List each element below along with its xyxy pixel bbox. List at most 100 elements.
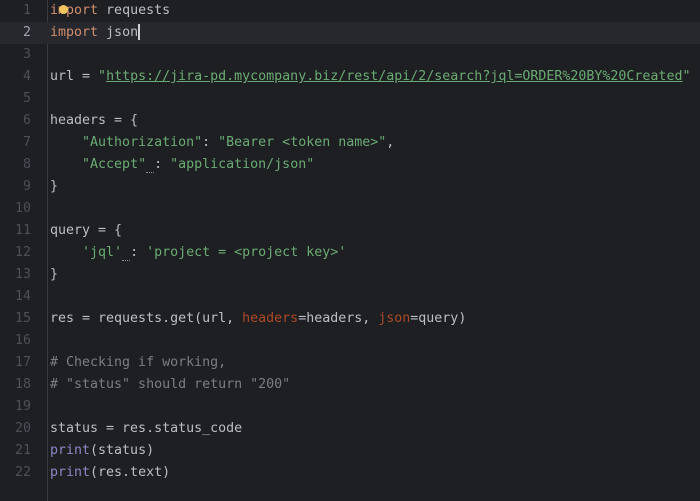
line-number: 16 xyxy=(14,333,31,348)
code-token: status = res.status_code xyxy=(50,421,243,436)
code-token: requests xyxy=(98,3,171,18)
code-token: query = { xyxy=(50,223,123,238)
code-line[interactable]: 19 xyxy=(0,396,700,418)
code-line[interactable]: 10 xyxy=(0,198,700,220)
code-token: } xyxy=(50,179,59,194)
code-token: json xyxy=(98,25,139,40)
code-token: (status) xyxy=(90,443,155,458)
line-number: 8 xyxy=(22,157,31,172)
code-line[interactable]: 1 import requests xyxy=(0,0,700,22)
code-token: =headers, xyxy=(298,311,379,326)
code-line[interactable]: 3 xyxy=(0,44,700,66)
code-token: res = requests.get(url, xyxy=(50,311,243,326)
code-token: } xyxy=(50,267,59,282)
line-number: 13 xyxy=(14,267,31,282)
code-token: "Accept" xyxy=(82,157,147,172)
line-number: 7 xyxy=(22,135,31,150)
code-token: "application/json" xyxy=(170,157,315,172)
text-caret xyxy=(138,24,141,40)
code-line[interactable]: 2 import json xyxy=(0,22,700,44)
code-token: "Authorization" xyxy=(82,135,203,150)
code-text: "Authorization": "Bearer <token name>", xyxy=(50,132,394,154)
code-line[interactable]: 14 xyxy=(0,286,700,308)
line-number: 10 xyxy=(14,201,31,216)
line-number: 6 xyxy=(22,113,31,128)
code-text: res = requests.get(url, headers=headers,… xyxy=(50,308,466,330)
code-token xyxy=(122,245,131,261)
line-number: 22 xyxy=(14,465,31,480)
code-token: 'project = <project key>' xyxy=(146,245,347,260)
code-text: url = "https://jira-pd.mycompany.biz/res… xyxy=(50,66,690,88)
code-line[interactable]: 15 res = requests.get(url, headers=header… xyxy=(0,308,700,330)
code-line[interactable]: 6 headers = { xyxy=(0,110,700,132)
code-token: (res.text) xyxy=(90,465,171,480)
code-token: # "status" should return "200" xyxy=(50,377,291,392)
code-text: } xyxy=(50,264,58,286)
line-number: 15 xyxy=(14,311,31,326)
code-token: # Checking if working, xyxy=(50,355,227,370)
code-token: " xyxy=(98,69,107,84)
code-token: : xyxy=(154,157,171,172)
code-token[interactable]: https://jira-pd.mycompany.biz/rest/api/2… xyxy=(106,69,682,84)
code-line[interactable]: 17 # Checking if working, xyxy=(0,352,700,374)
code-token xyxy=(146,157,155,173)
code-line[interactable]: 12 'jql' : 'project = <project key>' xyxy=(0,242,700,264)
code-text: print(res.text) xyxy=(50,462,170,484)
code-token: import xyxy=(50,3,99,18)
code-line[interactable]: 8 "Accept" : "application/json" xyxy=(0,154,700,176)
line-number: 17 xyxy=(14,355,31,370)
code-token: : xyxy=(202,135,219,150)
code-line[interactable]: 22 print(res.text) xyxy=(0,462,700,484)
code-token: 'jql' xyxy=(82,245,123,260)
code-text: import requests xyxy=(50,0,170,22)
code-line[interactable]: 5 xyxy=(0,88,700,110)
line-number: 9 xyxy=(22,179,31,194)
line-number: 12 xyxy=(14,245,31,260)
code-token: : xyxy=(130,245,147,260)
line-number: 20 xyxy=(14,421,31,436)
line-number: 11 xyxy=(14,223,31,238)
code-line[interactable]: 13} xyxy=(0,264,700,286)
code-line[interactable]: 4 url = "https://jira-pd.mycompany.biz/re… xyxy=(0,66,700,88)
code-token: "Bearer <token name>" xyxy=(218,135,387,150)
code-token: print xyxy=(50,465,91,480)
line-number: 2 xyxy=(22,25,31,40)
code-token: , xyxy=(386,135,395,150)
line-number: 14 xyxy=(14,289,31,304)
code-text: headers = { xyxy=(50,110,138,132)
code-line[interactable]: 18 # "status" should return "200" xyxy=(0,374,700,396)
code-text: # "status" should return "200" xyxy=(50,374,290,396)
code-token: json xyxy=(378,311,411,326)
code-text: # Checking if working, xyxy=(50,352,226,374)
code-line[interactable]: 20 status = res.status_code xyxy=(0,418,700,440)
line-number: 18 xyxy=(14,377,31,392)
code-token: " xyxy=(682,69,691,84)
code-text: "Accept" : "application/json" xyxy=(50,154,314,176)
code-text: import json xyxy=(50,22,141,44)
line-number: 5 xyxy=(22,91,31,106)
code-line[interactable]: 9} xyxy=(0,176,700,198)
lightbulb-icon[interactable] xyxy=(59,5,68,14)
line-number: 21 xyxy=(14,443,31,458)
code-text: query = { xyxy=(50,220,122,242)
line-number: 3 xyxy=(22,47,31,62)
code-line[interactable]: 16 xyxy=(0,330,700,352)
code-editor[interactable]: 1 import requests 2 import json 3 4 url = "htt… xyxy=(0,0,700,484)
code-text: 'jql' : 'project = <project key>' xyxy=(50,242,346,264)
code-text: print(status) xyxy=(50,440,154,462)
line-number: 4 xyxy=(22,69,31,84)
code-token: print xyxy=(50,443,91,458)
code-line[interactable]: 11 query = { xyxy=(0,220,700,242)
code-token: headers = { xyxy=(50,113,139,128)
code-token: import xyxy=(50,25,99,40)
line-number: 1 xyxy=(22,3,31,18)
line-number: 19 xyxy=(14,399,31,414)
code-text: status = res.status_code xyxy=(50,418,242,440)
code-line[interactable]: 21 print(status) xyxy=(0,440,700,462)
code-text: } xyxy=(50,176,58,198)
code-token: =query) xyxy=(410,311,467,326)
code-line[interactable]: 7 "Authorization": "Bearer <token name>"… xyxy=(0,132,700,154)
